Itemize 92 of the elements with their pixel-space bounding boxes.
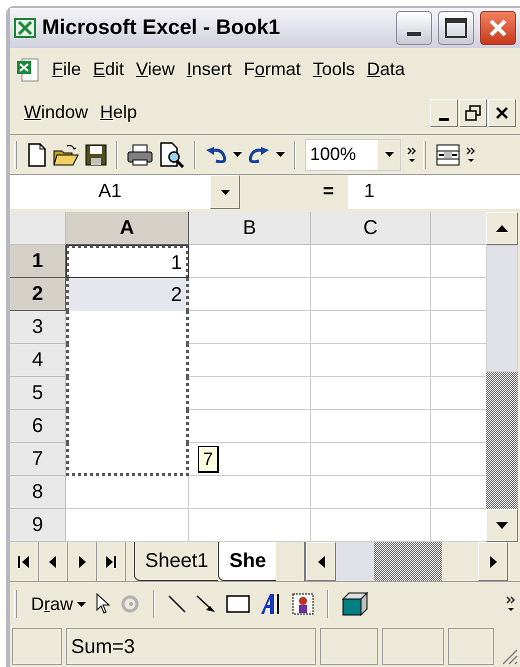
right-arrow-icon bbox=[105, 554, 117, 568]
scroll-down-button[interactable] bbox=[486, 509, 518, 542]
dropdown-caret-icon bbox=[384, 152, 394, 157]
status-panel bbox=[382, 628, 444, 665]
menu-item[interactable]: File bbox=[52, 56, 82, 83]
scroll-thumb[interactable] bbox=[486, 245, 518, 372]
row-header[interactable]: 2 bbox=[10, 278, 66, 311]
scroll-thumb[interactable] bbox=[336, 542, 374, 581]
minimize-icon bbox=[439, 118, 449, 120]
merge-center-icon[interactable] bbox=[436, 144, 460, 166]
minimize-button[interactable] bbox=[396, 11, 432, 45]
scroll-up-button[interactable] bbox=[486, 212, 518, 245]
fill-tooltip: 7 bbox=[198, 446, 220, 473]
menu-item[interactable]: Format bbox=[244, 56, 301, 83]
scroll-left-button[interactable] bbox=[306, 542, 336, 581]
more-chevron-icon[interactable] bbox=[506, 596, 516, 612]
row-header[interactable]: 8 bbox=[10, 476, 66, 509]
left-arrow-icon bbox=[18, 554, 30, 568]
equals-sign[interactable]: = bbox=[322, 178, 334, 206]
zoom-value: 100% bbox=[309, 143, 358, 166]
close-button[interactable] bbox=[480, 11, 516, 45]
table-cell[interactable] bbox=[66, 443, 189, 476]
redo-icon[interactable] bbox=[248, 146, 270, 162]
new-document-icon[interactable] bbox=[27, 142, 47, 166]
workbook-icon bbox=[16, 58, 40, 82]
formula-field[interactable]: 1 bbox=[348, 175, 520, 209]
sheet-tab[interactable]: Sheet1 bbox=[134, 542, 218, 581]
up-arrow-icon bbox=[496, 225, 508, 232]
name-box[interactable]: A1 bbox=[10, 175, 240, 209]
status-text: Sum=3 bbox=[66, 628, 316, 665]
maximize-button[interactable] bbox=[438, 11, 474, 45]
menu-item[interactable]: Edit bbox=[93, 56, 124, 83]
close-icon bbox=[495, 106, 509, 120]
menu-item[interactable]: Help bbox=[100, 99, 138, 126]
close-icon bbox=[488, 18, 508, 38]
minimize-icon bbox=[407, 32, 421, 36]
status-panel bbox=[320, 628, 378, 665]
cell-reference: A1 bbox=[97, 180, 123, 204]
vertical-scrollbar[interactable] bbox=[486, 212, 518, 542]
row-header[interactable]: 7 bbox=[10, 443, 66, 476]
column-header[interactable]: A bbox=[66, 212, 189, 245]
print-preview-icon[interactable] bbox=[159, 142, 185, 168]
menu-item[interactable]: Data bbox=[366, 56, 405, 83]
status-panel bbox=[12, 628, 62, 665]
menu-item[interactable]: Insert bbox=[186, 56, 232, 83]
zoom-combo[interactable]: 100% bbox=[305, 138, 401, 170]
workbook-close-button[interactable] bbox=[488, 98, 516, 126]
right-arrow-icon bbox=[76, 554, 88, 568]
maximize-icon bbox=[445, 18, 467, 38]
arrow-icon[interactable] bbox=[196, 595, 216, 613]
table-cell[interactable] bbox=[66, 311, 189, 344]
excel-logo-icon bbox=[14, 18, 36, 38]
undo-caret-icon bbox=[233, 152, 242, 157]
undo-icon[interactable] bbox=[205, 146, 227, 162]
row-header[interactable]: 1 bbox=[10, 245, 66, 278]
draw-menu-button[interactable]: Draw bbox=[31, 590, 86, 618]
redo-caret-icon bbox=[276, 152, 285, 157]
restore-icon bbox=[465, 104, 481, 120]
horizontal-scrollbar[interactable] bbox=[304, 542, 508, 581]
folder-icon[interactable] bbox=[53, 142, 79, 166]
sheet-tab[interactable]: She bbox=[218, 542, 276, 581]
menu-item[interactable]: View bbox=[136, 56, 175, 83]
menu-item[interactable]: Window bbox=[24, 99, 88, 126]
row-header[interactable]: 6 bbox=[10, 410, 66, 443]
menu-item[interactable]: Tools bbox=[312, 56, 355, 83]
status-panel bbox=[448, 628, 494, 665]
window-title: Microsoft Excel - Book1 bbox=[42, 15, 282, 42]
printer-icon[interactable] bbox=[127, 142, 153, 166]
cube-icon[interactable] bbox=[342, 592, 368, 616]
row-header[interactable]: 3 bbox=[10, 311, 66, 344]
scroll-right-button[interactable] bbox=[478, 542, 508, 581]
row-header[interactable]: 5 bbox=[10, 377, 66, 410]
workbook-restore-button[interactable] bbox=[459, 98, 487, 126]
line-icon[interactable] bbox=[168, 595, 186, 613]
row-header[interactable]: 4 bbox=[10, 344, 66, 377]
left-arrow-icon bbox=[318, 556, 324, 568]
column-header[interactable]: C bbox=[311, 212, 431, 245]
clip-art-icon[interactable] bbox=[292, 593, 314, 615]
right-arrow-icon bbox=[490, 556, 496, 568]
more-chevron-icon[interactable] bbox=[407, 146, 417, 162]
more-chevron-icon[interactable] bbox=[466, 146, 476, 162]
dropdown-caret-icon bbox=[220, 190, 230, 194]
rectangle-icon[interactable] bbox=[226, 595, 250, 613]
workbook-minimize-button[interactable] bbox=[430, 98, 458, 126]
left-arrow-icon bbox=[47, 554, 59, 568]
caret-icon bbox=[77, 602, 86, 606]
row-header[interactable]: 9 bbox=[10, 509, 66, 542]
pointer-icon[interactable] bbox=[96, 593, 110, 615]
down-arrow-icon bbox=[496, 522, 508, 529]
column-header[interactable]: B bbox=[189, 212, 311, 245]
table-cell[interactable]: 1 bbox=[66, 245, 189, 278]
table-cell[interactable]: 2 bbox=[66, 278, 189, 311]
